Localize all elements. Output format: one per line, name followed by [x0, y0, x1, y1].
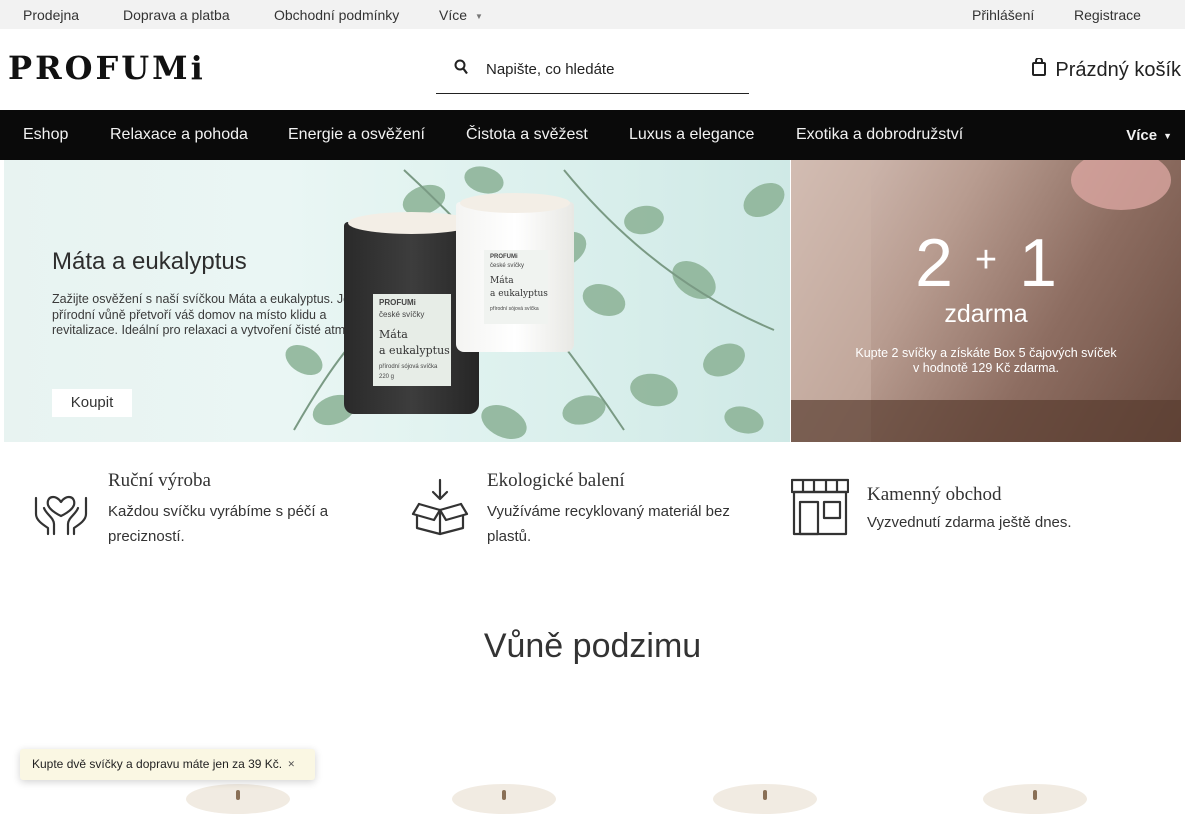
candle-brand: PROFUMi — [490, 254, 518, 260]
candle-brand: PROFUMi — [379, 298, 416, 307]
buy-button[interactable]: Koupit — [52, 389, 132, 417]
topbar-link-prodejna[interactable]: Prodejna — [23, 7, 79, 23]
feature-text: Každou svíčku vyrábíme s péčí a precizno… — [108, 503, 329, 545]
feature-store: Kamenný obchod Vyzvednutí zdarma ještě d… — [790, 470, 1151, 550]
topbar-more-link[interactable]: Více ▼ — [439, 7, 483, 23]
header: PROFUMi Prázdný košík — [0, 29, 1185, 110]
search-input[interactable] — [486, 58, 736, 80]
banner-title: Máta a eukalyptus — [52, 248, 247, 275]
cart-button[interactable]: Prázdný košík — [1032, 57, 1181, 82]
nav-item-luxus[interactable]: Luxus a elegance — [629, 126, 754, 144]
logo[interactable]: PROFUMi — [8, 49, 206, 87]
banner-mata-eukalyptus[interactable]: Máta a eukalyptus Zažijte osvěžení s naš… — [4, 160, 790, 442]
feature-handmade: Ruční výroba Každou svíčku vyrábíme s pé… — [32, 470, 392, 550]
chevron-down-icon: ▼ — [475, 12, 483, 21]
candle-label: PROFUMi české svíčky Máta a eukalyptus p… — [484, 250, 548, 324]
product-image[interactable] — [452, 784, 556, 814]
heart-hands-icon — [32, 478, 92, 538]
cart-label: Prázdný košík — [1055, 58, 1181, 81]
nav-more-button[interactable]: Více ▼ — [1126, 127, 1172, 144]
nav-item-exotika[interactable]: Exotika a dobrodružství — [796, 126, 963, 144]
candle-line: české svíčky — [379, 310, 425, 319]
feature-eco-packaging: Ekologické balení Využíváme recyklovaný … — [411, 470, 771, 550]
feature-text: Využíváme recyklovaný materiál bez plast… — [487, 503, 730, 545]
candle-name-1: Máta — [379, 328, 408, 341]
close-icon[interactable]: ✕ — [287, 749, 295, 780]
feature-text: Vyzvednutí zdarma ještě dnes. — [867, 514, 1072, 531]
storefront-icon — [790, 478, 851, 538]
cart-icon — [1032, 57, 1047, 82]
feature-title: Ruční výroba — [108, 470, 211, 491]
banner-text: Zažijte osvěžení s naší svíčkou Máta a e… — [52, 292, 382, 337]
search-icon[interactable] — [454, 59, 468, 75]
promo-text-line-1: Kupte 2 svíčky a získáte Box 5 čajových … — [855, 346, 1117, 360]
nav-item-relaxace[interactable]: Relaxace a pohoda — [110, 126, 248, 144]
main-nav: Eshop Relaxace a pohoda Energie a osvěže… — [0, 110, 1185, 160]
candle-white-image: PROFUMi české svíčky Máta a eukalyptus p… — [456, 193, 574, 352]
nav-item-energie[interactable]: Energie a osvěžení — [288, 126, 425, 144]
toast-text: Kupte dvě svíčky a dopravu máte jen za 3… — [32, 757, 283, 771]
register-link[interactable]: Registrace — [1074, 7, 1141, 23]
product-image[interactable] — [186, 784, 290, 814]
product-image[interactable] — [983, 784, 1087, 814]
candle-name-2: a eukalyptus — [490, 289, 548, 299]
nav-item-eshop[interactable]: Eshop — [23, 126, 68, 144]
package-icon — [411, 478, 471, 538]
chevron-down-icon: ▼ — [1163, 131, 1172, 141]
search-box[interactable] — [436, 45, 749, 94]
promo-plus: + — [974, 239, 998, 281]
promo-text: Kupte 2 svíčky a získáte Box 5 čajových … — [791, 346, 1181, 376]
candle-type: přírodní sójová svíčka — [490, 306, 539, 312]
promo-text-line-2: v hodnotě 129 Kč zdarma. — [913, 361, 1059, 375]
nav-item-cistota[interactable]: Čistota a svěžest — [466, 126, 588, 144]
promo-number-b: 1 — [1019, 225, 1057, 301]
promo-2-plus-1: 2 +1 — [791, 224, 1181, 302]
product-image[interactable] — [713, 784, 817, 814]
candle-weight: 220 g — [379, 374, 395, 380]
shipping-promo-toast: Kupte dvě svíčky a dopravu máte jen za 3… — [20, 749, 315, 780]
topbar-link-doprava[interactable]: Doprava a platba — [123, 7, 230, 23]
promo-number-a: 2 — [915, 225, 953, 301]
topbar-more-label: Více — [439, 7, 468, 23]
top-bar: Prodejna Doprava a platba Obchodní podmí… — [0, 0, 1185, 29]
candle-name-1: Máta — [490, 276, 514, 286]
topbar-link-podminky[interactable]: Obchodní podmínky — [274, 7, 399, 23]
promo-subtitle: zdarma — [944, 300, 1028, 328]
candle-line: české svíčky — [490, 263, 525, 269]
feature-title: Ekologické balení — [487, 470, 625, 491]
candle-name-2: a eukalyptus — [379, 344, 450, 357]
nav-more-label: Více — [1126, 127, 1158, 144]
section-title: Vůně podzimu — [483, 627, 702, 665]
feature-title: Kamenný obchod — [867, 484, 1002, 505]
candle-type: přírodní sójová svíčka — [379, 364, 438, 370]
candle-label: PROFUMi české svíčky Máta a eukalyptus p… — [373, 294, 451, 386]
candle-wax-top — [460, 193, 570, 213]
banner-promo-2-plus-1[interactable]: 2 +1 zdarma Kupte 2 svíčky a získáte Box … — [791, 160, 1181, 442]
login-link[interactable]: Přihlášení — [972, 7, 1034, 23]
